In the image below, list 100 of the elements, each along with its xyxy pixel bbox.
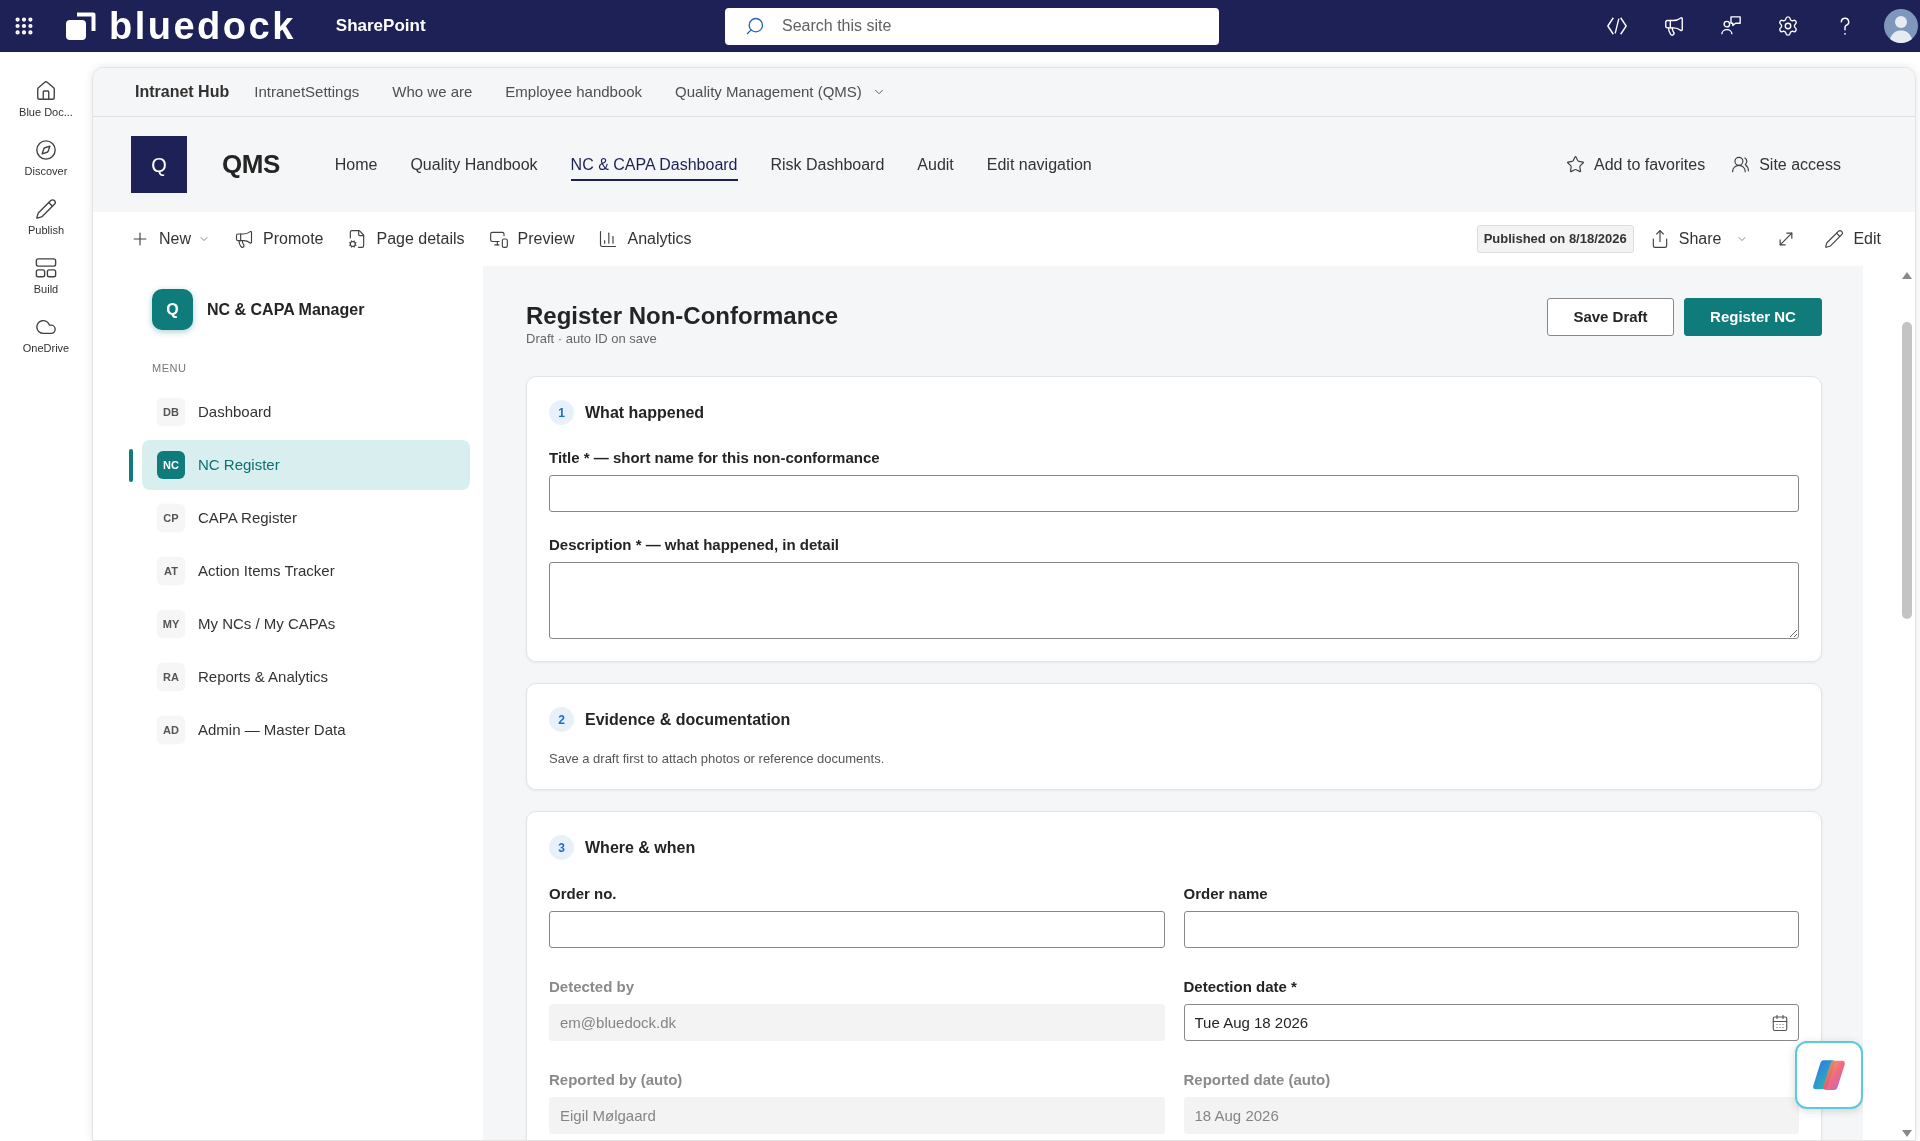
hub-nav-link[interactable]: Employee handbook xyxy=(505,80,643,104)
colorful-logo-icon xyxy=(1812,1059,1846,1091)
section-note: Save a draft first to attach photos or reference documents. xyxy=(549,751,886,767)
item-label: Action Items Tracker xyxy=(198,560,335,581)
sidebar-menu-item[interactable]: NC NC Register xyxy=(142,440,470,490)
step-number: 2 xyxy=(549,707,574,732)
item-initials: AT xyxy=(157,557,185,585)
scroll-down-icon[interactable] xyxy=(1902,1130,1912,1137)
item-initials: AD xyxy=(157,716,185,744)
command-button[interactable]: New xyxy=(122,221,218,257)
command-button[interactable]: Page details xyxy=(339,221,473,257)
hub-title-link[interactable]: Intranet Hub xyxy=(135,80,230,104)
item-label: My NCs / My CAPAs xyxy=(198,613,336,634)
item-label: Admin — Master Data xyxy=(198,719,346,740)
site-nav-tab[interactable]: Audit xyxy=(917,148,954,181)
command-button[interactable]: Edit xyxy=(1816,221,1889,257)
sidebar-menu-item[interactable]: RA Reports & Analytics xyxy=(142,652,470,702)
user-avatar[interactable] xyxy=(1884,9,1918,43)
command-button[interactable]: Analytics xyxy=(590,221,700,257)
field-label: Reported by (auto) xyxy=(549,1071,684,1089)
people-icon xyxy=(1731,155,1751,174)
section-title: What happened xyxy=(585,402,705,423)
star-icon xyxy=(1566,155,1585,174)
input-field[interactable] xyxy=(549,475,1799,512)
compass-icon xyxy=(35,139,57,161)
item-initials: RA xyxy=(157,663,185,691)
app-title: NC & CAPA Manager xyxy=(207,299,365,320)
command-button[interactable]: Promote xyxy=(226,221,332,257)
site-title[interactable]: QMS xyxy=(222,145,280,184)
field-label: Reported date (auto) xyxy=(1183,1071,1332,1089)
rail-item[interactable]: Blue Doc... xyxy=(19,80,73,119)
hub-nav-link[interactable]: Who we are xyxy=(392,80,473,104)
person-chat-icon[interactable] xyxy=(1720,15,1742,37)
scrollbar-thumb[interactable] xyxy=(1902,322,1912,619)
megaphone-icon xyxy=(234,229,254,249)
app-logo: Q xyxy=(152,289,193,330)
site-nav-tab[interactable]: Risk Dashboard xyxy=(770,148,885,181)
rail-item[interactable]: Build xyxy=(33,257,59,296)
site-nav-tab[interactable]: Home xyxy=(334,148,378,181)
save-draft-button[interactable]: Save Draft xyxy=(1547,298,1674,336)
bar-chart-icon xyxy=(598,229,619,249)
rail-item[interactable]: Publish xyxy=(27,198,65,237)
command-button[interactable]: Preview xyxy=(480,221,583,257)
app-name[interactable]: SharePoint xyxy=(335,13,426,39)
section-title: Where & when xyxy=(585,837,696,858)
calendar-icon[interactable] xyxy=(1771,1013,1789,1032)
rail-item[interactable]: OneDrive xyxy=(22,316,70,355)
app-launcher-icon[interactable] xyxy=(13,15,35,37)
field-label: Detection date * xyxy=(1183,978,1298,996)
menu-heading: MENU xyxy=(152,361,187,375)
step-number: 1 xyxy=(549,400,574,425)
item-initials: DB xyxy=(157,398,185,426)
item-label: NC Register xyxy=(198,454,280,475)
selection-indicator xyxy=(129,448,133,482)
settings-icon[interactable] xyxy=(1777,15,1799,37)
diamond-slash-icon[interactable] xyxy=(1606,15,1628,37)
item-label: CAPA Register xyxy=(198,507,297,528)
devices-icon xyxy=(488,229,509,249)
sidebar-menu-item[interactable]: AT Action Items Tracker xyxy=(142,546,470,596)
sidebar-menu-item[interactable]: DB Dashboard xyxy=(142,387,470,437)
step-number: 3 xyxy=(549,835,574,860)
header-action[interactable]: Add to favorites xyxy=(1566,152,1706,177)
page-title: Register Non-Conformance xyxy=(526,301,839,331)
textarea-field[interactable] xyxy=(549,562,1799,639)
home-icon xyxy=(35,80,57,102)
sidebar-menu-item[interactable]: MY My NCs / My CAPAs xyxy=(142,599,470,649)
sidebar-menu-item[interactable]: CP CAPA Register xyxy=(142,493,470,543)
brand-name[interactable]: bluedock xyxy=(109,5,296,47)
search-field[interactable]: Search this site xyxy=(725,7,1219,45)
field-label: Title * — short name for this non-conformance xyxy=(549,449,881,467)
date-field[interactable]: Tue Aug 18 2026 xyxy=(1183,1004,1799,1041)
site-nav-tab[interactable]: Quality Handbook xyxy=(410,148,538,181)
register-button[interactable]: Register NC xyxy=(1684,298,1822,336)
header-action[interactable]: Site access xyxy=(1731,152,1841,177)
site-logo[interactable]: Q xyxy=(131,136,187,193)
section-title: Evidence & documentation xyxy=(585,709,791,730)
item-initials: CP xyxy=(157,504,185,532)
rail-item[interactable]: Discover xyxy=(24,139,68,178)
assistant-button[interactable] xyxy=(1795,1041,1863,1109)
sidebar-menu-item[interactable]: AD Admin — Master Data xyxy=(142,705,470,755)
command-button[interactable]: Share xyxy=(1641,221,1757,257)
megaphone-icon[interactable] xyxy=(1663,15,1685,37)
input-field[interactable] xyxy=(1183,911,1799,948)
page-subtitle: Draft · auto ID on save xyxy=(526,331,658,347)
item-label: Dashboard xyxy=(198,401,272,422)
layout-icon xyxy=(35,257,57,279)
pencil-icon xyxy=(35,198,57,220)
field-label: Description * — what happened, in detail xyxy=(549,536,841,554)
field-label: Order name xyxy=(1183,885,1269,903)
field-label: Order no. xyxy=(549,885,618,903)
site-nav-tab[interactable]: NC & CAPA Dashboard xyxy=(570,148,738,181)
input-field[interactable] xyxy=(549,911,1165,948)
logo-icon xyxy=(66,12,96,40)
hub-nav-link[interactable]: Quality Management (QMS) xyxy=(675,80,886,104)
hub-nav-link[interactable]: IntranetSettings xyxy=(254,80,360,104)
field-label: Detected by xyxy=(549,978,636,996)
pencil-icon xyxy=(1824,229,1845,249)
scroll-up-icon[interactable] xyxy=(1902,272,1912,279)
published-status: Published on 8/18/2026 xyxy=(1476,225,1634,253)
site-nav-tab[interactable]: Edit navigation xyxy=(986,148,1092,181)
